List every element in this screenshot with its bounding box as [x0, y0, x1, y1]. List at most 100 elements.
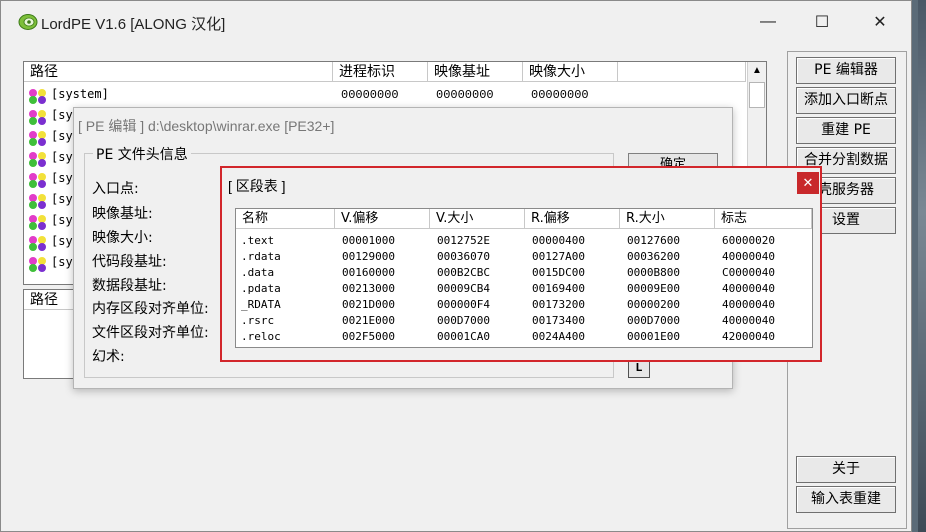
section-flags: 60000020: [722, 234, 775, 247]
section-voffset: 0021D000: [342, 298, 395, 311]
section-rsize: 00127600: [627, 234, 680, 247]
col-image-base[interactable]: 映像基址: [428, 62, 523, 82]
section-row[interactable]: .text 00001000 0012752E 00000400 0012760…: [236, 233, 812, 249]
process-icon: [29, 152, 46, 167]
magic-label: 幻术:: [92, 349, 125, 365]
section-roffset: 00173400: [532, 314, 585, 327]
section-alignment-label: 内存区段对齐单位:: [92, 301, 209, 317]
process-icon: [29, 194, 46, 209]
process-name: [sy: [51, 213, 73, 227]
section-flags: 40000040: [722, 250, 775, 263]
section-name: .text: [241, 234, 275, 247]
process-name: [sy: [51, 129, 73, 143]
section-rsize: 00001E00: [627, 330, 680, 343]
section-rsize: 00009E00: [627, 282, 680, 295]
about-button[interactable]: 关于: [796, 456, 896, 483]
section-rsize: 000D7000: [627, 314, 680, 327]
process-icon: [29, 173, 46, 188]
process-icon: [29, 110, 46, 125]
file-alignment-label: 文件区段对齐单位:: [92, 325, 209, 341]
section-vsize: 000D7000: [437, 314, 490, 327]
col-pid[interactable]: 进程标识: [333, 62, 428, 82]
section-roffset: 00173200: [532, 298, 585, 311]
maximize-button[interactable]: ☐: [802, 8, 842, 36]
section-voffset: 0021E000: [342, 314, 395, 327]
process-name: [sy: [51, 171, 73, 185]
section-rsize: 00036200: [627, 250, 680, 263]
section-row[interactable]: .rdata 00129000 00036070 00127A00 000362…: [236, 249, 812, 265]
section-name: .rsrc: [241, 314, 275, 327]
process-icon: [29, 257, 46, 272]
process-name: [sy: [51, 255, 73, 269]
add-break-button[interactable]: 添加入口断点: [796, 87, 896, 114]
col-flags[interactable]: 标志: [715, 209, 812, 229]
section-rsize: 00000200: [627, 298, 680, 311]
col-roffset[interactable]: R.偏移: [525, 209, 620, 229]
col-image-size[interactable]: 映像大小: [523, 62, 618, 82]
section-table-title: [ 区段表 ]: [228, 178, 286, 194]
window-title: LordPE V1.6 [ALONG 汉化]: [41, 16, 226, 33]
col-rsize[interactable]: R.大小: [620, 209, 715, 229]
image-size-label: 映像大小:: [92, 230, 153, 246]
section-vsize: 00001CA0: [437, 330, 490, 343]
process-row[interactable]: [system] 00000000 00000000 00000000: [26, 85, 746, 106]
pe-header-group-label: PE 文件头信息: [93, 144, 191, 164]
entry-point-label: 入口点:: [92, 181, 139, 197]
scroll-up-icon[interactable]: ▲: [748, 62, 766, 80]
section-roffset: 00169400: [532, 282, 585, 295]
section-vsize: 0012752E: [437, 234, 490, 247]
minimize-button[interactable]: —: [748, 8, 788, 36]
process-icon: [29, 131, 46, 146]
section-row[interactable]: _RDATA 0021D000 000000F4 00173200 000002…: [236, 297, 812, 313]
section-row[interactable]: .data 00160000 000B2CBC 0015DC00 0000B80…: [236, 265, 812, 281]
section-vsize: 000000F4: [437, 298, 490, 311]
process-icon: [29, 215, 46, 230]
section-name: .data: [241, 266, 275, 279]
section-voffset: 002F5000: [342, 330, 395, 343]
section-row[interactable]: .pdata 00213000 00009CB4 00169400 00009E…: [236, 281, 812, 297]
code-base-label: 代码段基址:: [92, 254, 167, 270]
title-bar: LordPE V1.6 [ALONG 汉化] — ☐ ✕: [1, 1, 911, 43]
section-flags: 40000040: [722, 314, 775, 327]
section-row[interactable]: .rsrc 0021E000 000D7000 00173400 000D700…: [236, 313, 812, 329]
process-base: 00000000: [436, 88, 494, 102]
pe-editor-button[interactable]: PE 编辑器: [796, 57, 896, 84]
process-name: [sy: [51, 150, 73, 164]
section-table[interactable]: 名称 V.偏移 V.大小 R.偏移 R.大小 标志 .text 00001000…: [235, 208, 813, 348]
data-base-label: 数据段基址:: [92, 278, 167, 294]
image-base-label: 映像基址:: [92, 206, 153, 222]
process-name: [sy: [51, 234, 73, 248]
pe-editor-title: [ PE 编辑 ] d:\desktop\winrar.exe [PE32+]: [78, 118, 335, 134]
col-vsize[interactable]: V.大小: [430, 209, 525, 229]
section-voffset: 00160000: [342, 266, 395, 279]
maximize-icon: ☐: [814, 14, 830, 31]
rebuild-pe-button[interactable]: 重建 PE: [796, 117, 896, 144]
col-name[interactable]: 名称: [236, 209, 335, 229]
close-section-dialog-button[interactable]: ✕: [797, 172, 819, 194]
import-rebuild-button[interactable]: 输入表重建: [796, 486, 896, 513]
section-roffset: 0024A400: [532, 330, 585, 343]
scroll-thumb[interactable]: [749, 82, 765, 108]
section-table-dialog: [ 区段表 ] ✕ 名称 V.偏移 V.大小 R.偏移 R.大小 标志 .tex…: [220, 166, 822, 362]
minimize-icon: —: [760, 13, 776, 30]
process-name: [sy: [51, 192, 73, 206]
col-voffset[interactable]: V.偏移: [335, 209, 430, 229]
section-flags: 40000040: [722, 282, 775, 295]
section-vsize: 00009CB4: [437, 282, 490, 295]
close-window-button[interactable]: ✕: [860, 8, 900, 36]
col-path[interactable]: 路径: [24, 62, 333, 82]
section-rsize: 0000B800: [627, 266, 680, 279]
section-vsize: 00036070: [437, 250, 490, 263]
process-pid: 00000000: [341, 88, 399, 102]
close-icon: ✕: [802, 175, 814, 190]
section-roffset: 0015DC00: [532, 266, 585, 279]
section-name: .reloc: [241, 330, 281, 343]
section-flags: C0000040: [722, 266, 775, 279]
col-empty: [618, 62, 746, 82]
section-row[interactable]: .reloc 002F5000 00001CA0 0024A400 00001E…: [236, 329, 812, 345]
process-icon: [29, 89, 46, 104]
section-name: _RDATA: [241, 298, 281, 311]
section-flags: 40000040: [722, 298, 775, 311]
app-icon: [18, 14, 38, 30]
section-roffset: 00000400: [532, 234, 585, 247]
